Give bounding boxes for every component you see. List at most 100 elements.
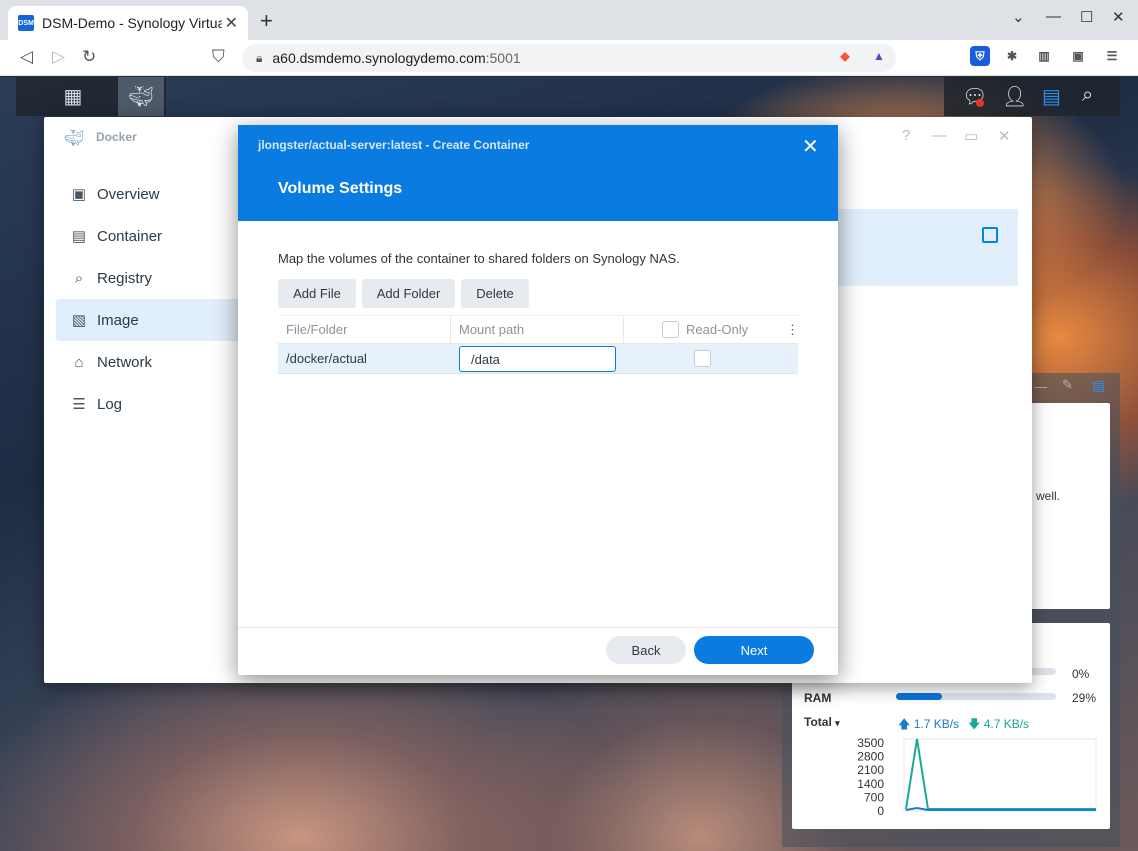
sidebar-item-label: Registry [97, 269, 153, 287]
column-mount-path[interactable]: Mount path [451, 316, 524, 344]
dsm-favicon-icon: DSM [18, 15, 34, 31]
chart-tick-label: 0 [877, 804, 884, 818]
delete-button[interactable]: Delete [461, 279, 529, 308]
volume-grid: File/Folder Mount path Read-Only ⋮ /dock… [278, 315, 799, 374]
sidebar-item-label: Container [97, 227, 163, 245]
widgets-icon[interactable]: ▤ [1042, 84, 1061, 109]
dialog-footer-divider [238, 627, 838, 628]
total-label: Total [804, 715, 832, 729]
add-folder-button[interactable]: Add Folder [362, 279, 455, 308]
chart-tick-label: 1400 [857, 777, 884, 791]
minimize-window-button[interactable]: — [1046, 8, 1061, 25]
file-folder-cell: /docker/actual [286, 351, 367, 366]
back-arrow-icon[interactable]: ◁ [20, 47, 33, 67]
download-value: 4.7 KB/s [983, 717, 1030, 731]
extensions-icon[interactable]: ✱ [1002, 46, 1022, 66]
url-port: :5001 [485, 50, 521, 66]
dsm-taskbar: ▦ 🐳︎ [16, 77, 166, 116]
reload-icon[interactable]: ↻ [82, 47, 96, 67]
upload-value: 1.7 KB/s [913, 717, 960, 731]
wallet-icon[interactable]: ▣ [1068, 46, 1088, 66]
ram-label: RAM [804, 691, 832, 705]
bookmark-icon[interactable]: ⛉ [212, 47, 225, 67]
maximize-window-button[interactable]: ☐ [1080, 8, 1093, 26]
sidebar-item-label: Image [97, 311, 139, 329]
dialog-subtitle: jlongster/actual-server:latest - Create … [258, 138, 530, 152]
chart-frame [903, 738, 1097, 812]
ram-bar [896, 693, 1056, 700]
cpu-percent: 0% [1072, 667, 1090, 681]
chart-tick-label: 2800 [857, 750, 884, 764]
column-options-icon[interactable]: ⋮ [778, 316, 799, 344]
search-icon[interactable]: ⌕ [1082, 84, 1093, 107]
docker-window-title: Docker [96, 130, 137, 144]
ram-percent: 29% [1072, 691, 1097, 705]
chart-tick-label: 2100 [857, 763, 884, 777]
dialog-header: jlongster/actual-server:latest - Create … [238, 125, 838, 221]
bitwarden-icon[interactable]: ⛨ [970, 46, 990, 66]
dialog-title: Volume Settings [278, 180, 403, 197]
main-menu-icon[interactable]: ▦ [50, 77, 96, 116]
mount-path-input[interactable] [459, 346, 616, 372]
download-arrow-icon: 🡇 [968, 717, 981, 731]
upload-arrow-icon: 🡅 [898, 717, 911, 731]
widget-pin-icon[interactable]: ✎ [1062, 377, 1073, 393]
notifications-icon[interactable]: 💬︎ [962, 84, 987, 109]
widget-settings-icon[interactable]: ▤ [1092, 377, 1105, 394]
help-icon[interactable]: ? [902, 127, 910, 144]
brave-shield-icon[interactable]: ◆ [835, 46, 855, 66]
dialog-close-icon[interactable]: ✕ [802, 134, 819, 159]
chart-tick-label: 3500 [857, 736, 884, 750]
total-dropdown[interactable]: Total ▾ [804, 715, 840, 729]
sidebar-item-label: Overview [97, 185, 160, 203]
add-file-button[interactable]: Add File [278, 279, 356, 308]
column-read-only[interactable]: Read-Only [678, 316, 748, 344]
download-series-line [905, 738, 1096, 810]
registry-icon: ⌕ [74, 269, 84, 287]
external-link-icon[interactable] [982, 227, 998, 243]
sidebar-toggle-icon[interactable]: ▥ [1034, 46, 1054, 66]
column-separator [623, 316, 624, 344]
dsm-top-right-bar: 💬︎ 👤︎ ▤ ⌕ [944, 77, 1120, 116]
next-button[interactable]: Next [694, 636, 814, 664]
notification-badge [976, 99, 984, 107]
column-file-folder[interactable]: File/Folder [278, 316, 347, 344]
caret-down-icon: ▾ [835, 718, 840, 728]
browser-toolbar: ◁ ▷ ↻ ⛉ 🔒︎ a60.dsmdemo.synologydemo.com:… [0, 40, 1138, 76]
back-button[interactable]: Back [606, 636, 686, 664]
container-icon: ▤ [71, 228, 87, 245]
address-bar[interactable]: 🔒︎ a60.dsmdemo.synologydemo.com:5001 [242, 44, 896, 72]
read-only-checkbox[interactable] [694, 350, 711, 367]
menu-icon[interactable]: ☰ [1102, 46, 1122, 66]
image-icon: ▧ [71, 312, 87, 329]
ram-bar-fill [896, 693, 943, 700]
tab-search-icon[interactable]: ⌄ [1012, 8, 1025, 26]
sidebar-item-label: Log [97, 395, 123, 413]
docker-maximize-button[interactable]: ▭ [964, 127, 978, 145]
forward-arrow-icon[interactable]: ▷ [52, 47, 65, 67]
docker-close-button[interactable]: ✕ [998, 127, 1011, 145]
log-icon: ☰ [72, 396, 86, 413]
chart-tick-label: 700 [864, 790, 884, 804]
tab-title: DSM-Demo - Synology VirtualD [42, 15, 222, 31]
widget-partial-text: well. [1036, 489, 1061, 503]
tab-close-icon[interactable]: ✕ [225, 13, 238, 33]
overview-icon: ▣ [71, 186, 87, 203]
read-only-select-all-checkbox[interactable] [662, 321, 679, 338]
lock-icon: 🔒︎ [256, 50, 263, 65]
widget-minimize-icon[interactable]: — [1034, 379, 1047, 394]
sidebar-item-label: Network [97, 353, 153, 371]
docker-minimize-button[interactable]: — [932, 127, 947, 144]
browser-tab-bar: DSM DSM-Demo - Synology VirtualD ✕ + ⌄ —… [0, 0, 1138, 40]
new-tab-button[interactable]: + [260, 10, 273, 32]
browser-tab[interactable]: DSM DSM-Demo - Synology VirtualD ✕ [8, 6, 248, 40]
url-host: a60.dsmdemo.synologydemo.com [272, 50, 486, 66]
table-row[interactable]: /docker/actual [278, 344, 798, 374]
dialog-description: Map the volumes of the container to shar… [278, 251, 680, 266]
create-container-dialog: jlongster/actual-server:latest - Create … [238, 125, 838, 675]
user-icon[interactable]: 👤︎ [1002, 84, 1027, 109]
docker-taskbar-icon[interactable]: 🐳︎ [118, 77, 164, 116]
grid-header: File/Folder Mount path Read-Only ⋮ [278, 315, 799, 344]
brave-rewards-icon[interactable]: ▲ [869, 46, 889, 66]
close-window-button[interactable]: ✕ [1112, 8, 1125, 26]
